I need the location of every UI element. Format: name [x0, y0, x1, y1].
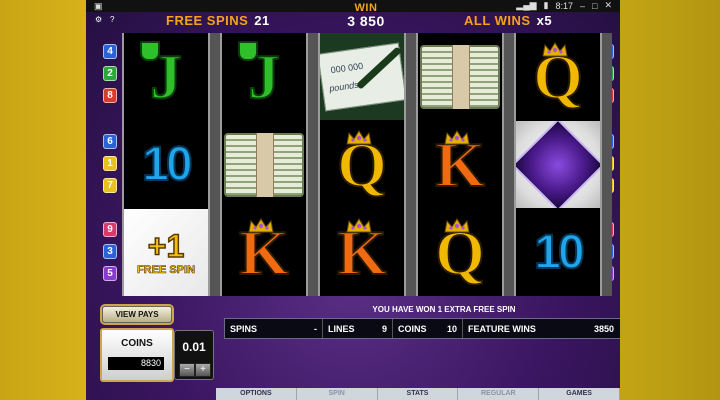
crown-icon [444, 218, 470, 233]
win-message: YOU HAVE WON 1 EXTRA FREE SPIN [372, 305, 516, 314]
lines-value: 9 [381, 323, 387, 334]
settings-icon[interactable]: ⚙ [95, 15, 105, 25]
payline-marker[interactable]: 6 [103, 134, 117, 149]
cheque-icon: 000 000 pounds [320, 42, 404, 111]
spins-label: SPINS [230, 323, 258, 334]
crown-icon [542, 42, 568, 57]
payline-marker[interactable]: 1 [103, 156, 117, 171]
reel-5: Q 10 [514, 33, 602, 296]
spins-value: - [314, 323, 317, 334]
shield-icon [140, 41, 160, 61]
payline-marker[interactable]: 8 [103, 88, 117, 103]
payline-marker[interactable]: 2 [103, 66, 117, 81]
symbol-q: Q [516, 33, 600, 120]
bottom-menu: OPTIONS SPIN STATS REGULAR GAMES [216, 388, 620, 400]
symbol-cheque: 000 000 pounds [320, 33, 404, 120]
payline-marker[interactable]: 7 [103, 178, 117, 193]
menu-spin[interactable]: SPIN [297, 388, 378, 400]
coins-field: COINS 10 [393, 319, 463, 338]
signal-icon: ▂▄▆ [516, 0, 537, 10]
app-icon: ▣ [94, 1, 103, 11]
coins-balance-box: COINS 8830 [100, 328, 174, 382]
free-spin-plus: +1 [147, 227, 185, 264]
coin-size-increase-button[interactable]: + [195, 363, 211, 377]
feature-wins-value: 3850 [593, 323, 614, 334]
crown-icon [444, 130, 470, 145]
symbol-j: J [124, 33, 208, 120]
coins-label: COINS [398, 323, 427, 334]
payline-marker[interactable]: 9 [103, 222, 117, 237]
crown-icon [346, 130, 372, 145]
menu-stats[interactable]: STATS [378, 388, 459, 400]
symbol-free-spin: +1 FREE SPIN [124, 209, 208, 296]
battery-icon: ▮ [543, 0, 549, 10]
win-value: 3 850 [347, 13, 385, 29]
menu-options[interactable]: OPTIONS [216, 388, 297, 400]
payline-marker[interactable]: 4 [103, 44, 117, 59]
free-spins-label: FREE SPINS [166, 13, 249, 28]
menu-regular[interactable]: REGULAR [458, 388, 540, 400]
free-spin-label: FREE SPIN [136, 263, 196, 276]
symbol-k: K [320, 209, 404, 296]
coin-size-decrease-button[interactable]: − [179, 363, 195, 377]
free-spins-value: 21 [254, 13, 270, 28]
clock-text: 8:17 [555, 0, 573, 11]
symbol-k: K [418, 121, 502, 208]
spins-field: SPINS - [225, 319, 323, 338]
payline-marker[interactable]: 5 [103, 266, 117, 281]
symbol-j: J [222, 33, 306, 120]
symbol-q: Q [320, 121, 404, 208]
symbol-money-stack [418, 33, 502, 120]
win-display: WIN 3 850 [326, 2, 406, 28]
all-wins-label: ALL WINS [464, 13, 531, 28]
cheque-words: pounds [328, 79, 360, 94]
coins-balance-label: COINS [121, 338, 153, 349]
feature-wins-label: FEATURE WINS [468, 323, 536, 334]
diamond-icon [516, 121, 600, 208]
close-icon[interactable]: ✕ [604, 0, 612, 11]
feature-wins-field: FEATURE WINS 3850 [463, 319, 619, 338]
menu-games[interactable]: GAMES [539, 388, 620, 400]
reel-2: JK [220, 33, 308, 296]
crown-icon [248, 218, 274, 233]
reel-1: J 10 +1 FREE SPIN [122, 33, 210, 296]
money-stack-icon [420, 44, 500, 109]
symbol-number: 10 [141, 137, 193, 192]
info-bar: SPINS - LINES 9 COINS 10 FEATURE WINS 38… [224, 318, 620, 339]
maximize-icon[interactable]: □ [592, 1, 597, 11]
symbol-money-stack [222, 121, 306, 208]
free-spins-display: FREE SPINS 21 [166, 13, 270, 28]
symbol-number: 10 [533, 225, 585, 280]
reels-area: J 10 +1 FREE SPIN J K 000 000 pounds Q K K Q Q 10 [122, 33, 612, 296]
symbol-diamond [516, 121, 600, 208]
lines-label: LINES [328, 323, 355, 334]
view-pays-button[interactable]: VIEW PAYS [102, 306, 172, 323]
coin-size-value: 0.01 [182, 340, 206, 354]
coins-value: 10 [446, 323, 457, 334]
coin-size-selector: 0.01 − + [174, 330, 214, 380]
minimize-icon[interactable]: – [580, 1, 585, 11]
all-wins-value: x5 [536, 13, 553, 28]
reel-4: KQ [416, 33, 504, 296]
lines-field: LINES 9 [323, 319, 393, 338]
shield-icon [238, 41, 258, 61]
game-frame: ▣ ▂▄▆ ▮ 8:17 – □ ✕ ⚙ ? FREE SPINS 21 WIN … [86, 0, 620, 400]
all-wins-display: ALL WINS x5 [464, 13, 552, 28]
crown-icon [346, 218, 372, 233]
coins-balance-value: 8830 [108, 357, 164, 370]
symbol-10: 10 [516, 209, 600, 296]
money-stack-icon [224, 132, 304, 197]
help-icon[interactable]: ? [110, 15, 120, 25]
symbol-q: Q [418, 209, 502, 296]
payline-marker[interactable]: 3 [103, 244, 117, 259]
symbol-10: 10 [124, 121, 208, 208]
reel-3: 000 000 pounds Q K [318, 33, 406, 296]
cheque-amount: 000 000 [330, 60, 364, 75]
symbol-k: K [222, 209, 306, 296]
